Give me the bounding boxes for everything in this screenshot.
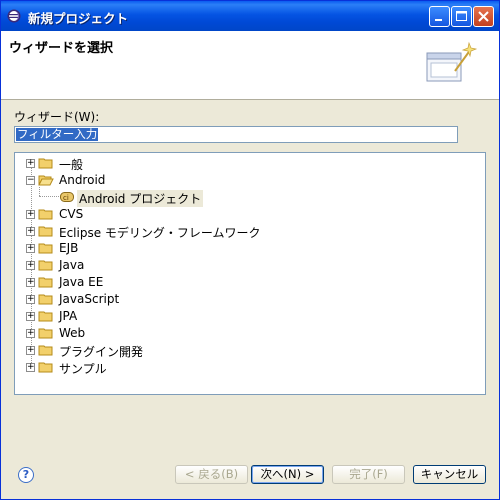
new-project-dialog: 新規プロジェクト ウィザードを選択 ウィザード(W): フィルター入力 + 一般…: [0, 0, 500, 500]
collapse-icon[interactable]: −: [26, 176, 35, 185]
help-button[interactable]: ?: [18, 467, 34, 483]
cancel-button[interactable]: キャンセル: [413, 465, 486, 484]
next-button[interactable]: 次へ(N) >: [251, 465, 324, 484]
finish-button[interactable]: 完了(F): [332, 465, 405, 484]
svg-text:ci: ci: [63, 194, 69, 202]
minimize-button[interactable]: [429, 6, 450, 27]
folder-icon: [38, 311, 53, 322]
tree-item-java-ee[interactable]: + Java EE: [15, 274, 485, 291]
tree-item-label: プラグイン開発: [59, 345, 144, 359]
expand-icon[interactable]: +: [26, 227, 35, 236]
tree-item-ejb[interactable]: + EJB: [15, 240, 485, 257]
folder-icon: [38, 362, 53, 373]
tree-item-javascript[interactable]: + JavaScript: [15, 291, 485, 308]
tree-item-emf[interactable]: + Eclipse モデリング・フレームワーク: [15, 223, 485, 240]
tree-item-label: Web: [59, 326, 86, 340]
folder-icon: [38, 226, 53, 237]
tree-item-cvs[interactable]: + CVS: [15, 206, 485, 223]
expand-icon[interactable]: +: [26, 261, 35, 270]
tree-item-android[interactable]: − Android: [15, 172, 485, 189]
folder-icon: [38, 328, 53, 339]
window-title: 新規プロジェクト: [28, 11, 129, 26]
tree-item-samples[interactable]: + サンプル: [15, 359, 485, 376]
close-button[interactable]: [473, 6, 494, 27]
tree-item-label: Eclipse モデリング・フレームワーク: [59, 226, 261, 240]
tree-item-label: Java EE: [59, 275, 104, 289]
folder-icon: [38, 277, 53, 288]
minimize-icon: [435, 19, 442, 21]
filter-placeholder-text: フィルター入力: [16, 127, 99, 141]
android-project-icon: ci: [60, 192, 74, 202]
tree-item-label: Java: [59, 258, 85, 272]
folder-icon: [38, 243, 53, 254]
page-title: ウィザードを選択: [9, 41, 114, 56]
folder-icon: [38, 294, 53, 305]
tree-item-label: 一般: [59, 158, 84, 172]
tree-item-general[interactable]: + 一般: [15, 155, 485, 172]
folder-icon: [38, 158, 53, 169]
back-button[interactable]: < 戻る(B): [175, 465, 248, 484]
expand-icon[interactable]: +: [26, 244, 35, 253]
tree-item-jpa[interactable]: + JPA: [15, 308, 485, 325]
tree-item-label: JPA: [59, 309, 78, 323]
title-bar[interactable]: 新規プロジェクト: [1, 1, 499, 31]
expand-icon[interactable]: +: [26, 159, 35, 168]
expand-icon[interactable]: +: [26, 346, 35, 355]
folder-icon: [38, 209, 53, 220]
tree-item-plugin-development[interactable]: + プラグイン開発: [15, 342, 485, 359]
wizard-label: ウィザード(W):: [14, 110, 100, 124]
tree-item-web[interactable]: + Web: [15, 325, 485, 342]
tree-item-android-project[interactable]: ci Android プロジェクト: [15, 189, 485, 207]
expand-icon[interactable]: +: [26, 210, 35, 219]
tree-item-label: CVS: [59, 207, 84, 221]
wizard-header: ウィザードを選択: [1, 31, 499, 100]
wizard-filter-input[interactable]: フィルター入力: [14, 126, 458, 143]
tree-item-label: Android: [59, 173, 106, 187]
tree-item-label: EJB: [59, 241, 79, 255]
maximize-button[interactable]: [451, 6, 472, 27]
tree-item-java[interactable]: + Java: [15, 257, 485, 274]
tree-item-label: サンプル: [59, 362, 107, 376]
wizard-tree[interactable]: + 一般 − Android ci Android プロジェクト + CVS +…: [14, 152, 486, 395]
tree-item-label: JavaScript: [59, 292, 120, 306]
maximize-icon: [456, 11, 467, 21]
folder-icon: [38, 260, 53, 271]
help-icon: ?: [22, 468, 30, 481]
eclipse-icon: [7, 9, 21, 23]
close-icon: [478, 11, 489, 22]
expand-icon[interactable]: +: [26, 278, 35, 287]
expand-icon[interactable]: +: [26, 312, 35, 321]
expand-icon[interactable]: +: [26, 295, 35, 304]
tree-item-label: Android プロジェクト: [77, 190, 204, 207]
expand-icon[interactable]: +: [26, 363, 35, 372]
folder-icon: [38, 345, 53, 356]
new-wizard-icon: [426, 41, 477, 82]
expand-icon[interactable]: +: [26, 329, 35, 338]
open-folder-icon: [38, 175, 54, 186]
